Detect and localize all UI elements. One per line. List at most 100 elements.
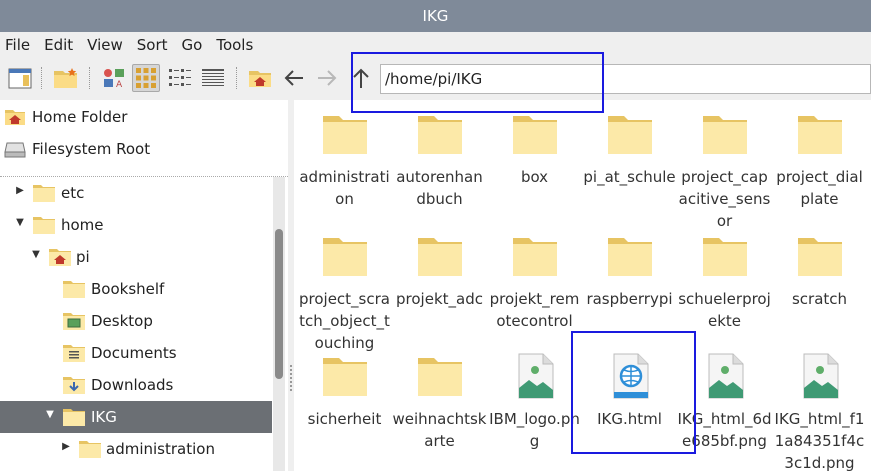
file-name: scratch (791, 290, 848, 308)
file-name: project_scratch_object_touching (299, 290, 390, 352)
menu-sort[interactable]: Sort (130, 36, 175, 54)
back-button[interactable] (280, 64, 308, 92)
file-name: pi_at_schule (583, 168, 676, 186)
file-name: project_capacitive_sensor (678, 168, 771, 230)
tree-expander[interactable]: ▼ (30, 249, 42, 260)
home-folder-icon (49, 249, 71, 266)
downloads-folder-icon (63, 377, 85, 394)
folder-icon (63, 281, 85, 298)
tree-expander[interactable]: ▶ (60, 441, 72, 452)
folder-icon (418, 116, 462, 154)
tree-expander[interactable]: ▶ (14, 185, 26, 196)
new-folder-button[interactable] (52, 64, 80, 92)
places-filesystem-root[interactable]: Filesystem Root (0, 134, 285, 164)
file-name: projekt_adc (396, 290, 483, 308)
folder-icon (323, 358, 367, 396)
thumbnail-view-button[interactable] (132, 64, 160, 92)
home-button[interactable] (246, 64, 274, 92)
folder-icon (703, 116, 747, 154)
compact-view-icon (169, 69, 191, 86)
tree-item-ikg[interactable]: ▼ IKG (0, 401, 272, 433)
tree-item-label: pi (76, 248, 90, 266)
folder-icon (33, 217, 55, 234)
tree-item-label: etc (61, 184, 85, 202)
window-title: IKG (0, 0, 871, 32)
tree-item-bookshelf[interactable]: Bookshelf (0, 273, 272, 305)
file-name: IKG.html (597, 410, 662, 428)
new-window-icon (8, 68, 32, 89)
folder-icon (513, 238, 557, 276)
folder-icon (418, 238, 462, 276)
tree-expander[interactable]: ▼ (14, 217, 26, 228)
tree-item-home[interactable]: ▼ home (0, 209, 272, 241)
folder-icon (418, 358, 462, 396)
path-input[interactable] (380, 64, 871, 94)
tree-item-etc[interactable]: ▶ etc (0, 177, 272, 209)
documents-folder-icon (63, 345, 85, 362)
folder-icon (513, 116, 557, 154)
image-file-icon (518, 353, 554, 399)
up-button[interactable] (347, 64, 375, 92)
back-arrow-icon (284, 70, 303, 86)
tree-item-label: IKG (91, 408, 117, 426)
tree-item-label: home (61, 216, 104, 234)
file-name: sicherheit (307, 410, 382, 428)
tree-item-label: Bookshelf (91, 280, 165, 298)
image-file-icon (708, 353, 744, 399)
file-name: IBM_logo.png (489, 410, 580, 450)
new-window-button[interactable] (6, 64, 34, 92)
tree-item-administration[interactable]: ▶ administration (0, 433, 272, 465)
html-file-icon (613, 353, 649, 399)
file-name: administration (299, 168, 390, 208)
file-name: IKG_html_f11a84351f4c3c1d.png (774, 410, 865, 471)
tree-item-desktop[interactable]: Desktop (0, 305, 272, 337)
thumbnail-view-icon (136, 68, 156, 88)
file-name: raspberrypi (586, 290, 673, 308)
tree-item-label: Documents (91, 344, 177, 362)
desktop-folder-icon (63, 313, 85, 330)
tree-item-label: administration (106, 440, 215, 458)
places-home-folder[interactable]: Home Folder (0, 102, 285, 132)
home-folder-icon (5, 110, 25, 125)
compact-view-button[interactable] (166, 64, 194, 92)
folder-icon (608, 238, 652, 276)
tree-item-pi[interactable]: ▼ pi (0, 241, 272, 273)
up-arrow-icon (353, 68, 369, 88)
scrollbar-thumb[interactable] (275, 229, 283, 379)
svg-text:A: A (116, 80, 123, 89)
menu-tools[interactable]: Tools (209, 36, 260, 54)
tree-expander[interactable]: ▼ (44, 409, 56, 420)
places-label: Filesystem Root (32, 140, 151, 158)
folder-icon (703, 238, 747, 276)
folder-icon (608, 116, 652, 154)
new-folder-icon (54, 68, 77, 88)
file-name: box (520, 168, 549, 186)
icon-view-icon: A (104, 69, 124, 89)
detailed-list-button[interactable] (199, 64, 227, 92)
folder-icon (323, 238, 367, 276)
sidebar: Home Folder Filesystem Root ▶ etc ▼ home… (0, 100, 288, 471)
menu-go[interactable]: Go (175, 36, 210, 54)
home-icon (249, 71, 271, 87)
folder-icon (323, 116, 367, 154)
file-name: project_dialplate (776, 168, 863, 208)
menu-view[interactable]: View (80, 36, 130, 54)
icon-view-button[interactable]: A (100, 64, 128, 92)
menu-file[interactable]: File (0, 36, 37, 54)
menu-edit[interactable]: Edit (37, 36, 80, 54)
menu-bar: File Edit View Sort Go Tools (0, 32, 871, 58)
tree-item-documents[interactable]: Documents (0, 337, 272, 369)
file-name: autorenhandbuch (396, 168, 483, 208)
tree-scrollbar[interactable] (273, 177, 285, 471)
folder-icon (63, 409, 85, 426)
tree-item-downloads[interactable]: Downloads (0, 369, 272, 401)
folder-icon (79, 441, 101, 458)
image-file-icon (803, 353, 839, 399)
file-name: schuelerprojekte (678, 290, 771, 330)
tree-item-label: Downloads (91, 376, 174, 394)
folder-icon (798, 116, 842, 154)
file-name: weihnachtskarte (392, 410, 487, 450)
detailed-list-icon (202, 69, 224, 86)
forward-button[interactable] (313, 64, 341, 92)
file-name: IKG_html_6de685bf.png (677, 410, 772, 450)
